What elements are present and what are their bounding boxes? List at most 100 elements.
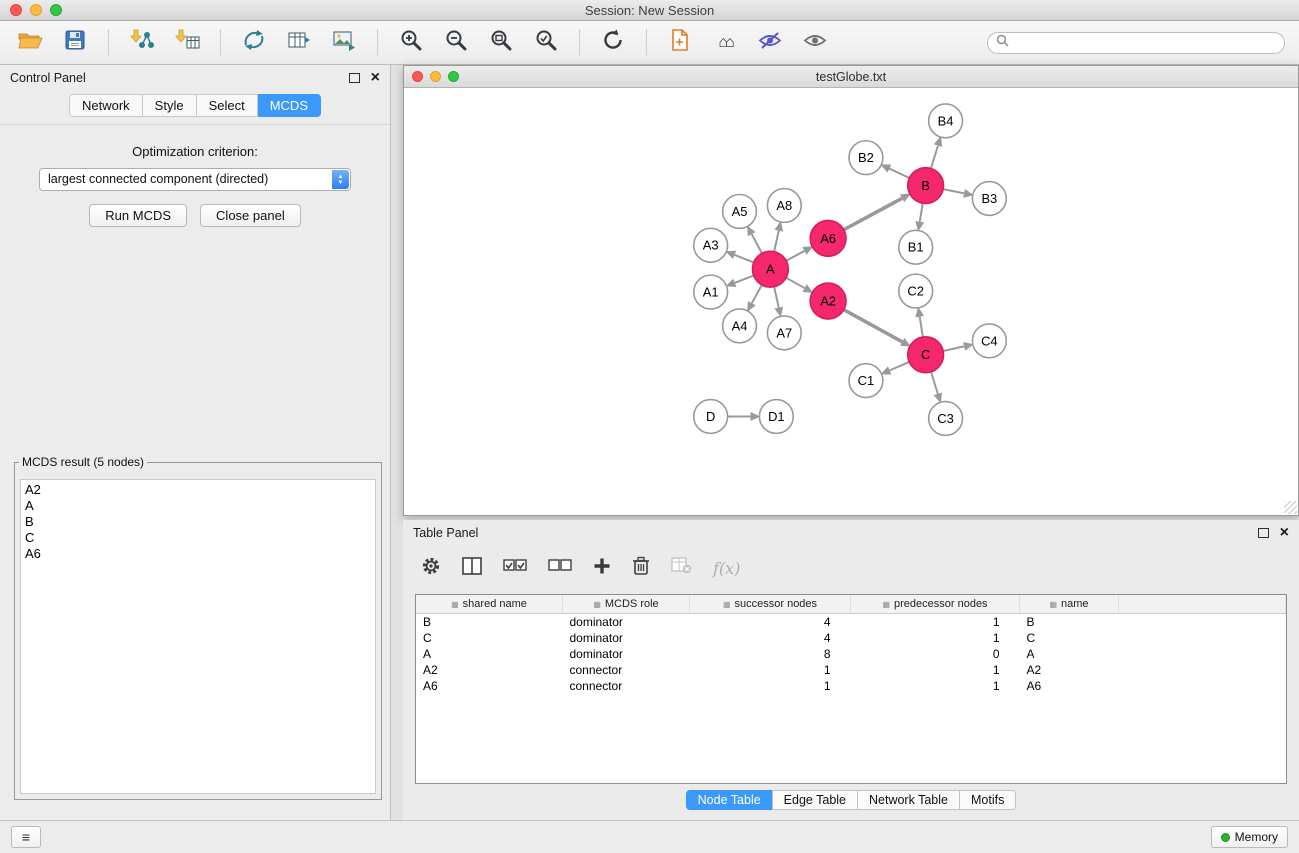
open-session-button[interactable] (14, 27, 46, 59)
table-row[interactable]: A2connector11A2 (416, 662, 1286, 678)
delete-table-button-disabled[interactable] (671, 557, 692, 579)
hide-selected-button[interactable] (754, 27, 786, 59)
network-node-C1[interactable]: C1 (849, 364, 883, 398)
delete-column-button[interactable] (632, 556, 650, 581)
mcds-result-list[interactable]: A2ABCA6 (20, 479, 376, 794)
function-builder-button[interactable]: f(x) (713, 559, 740, 578)
network-edge-B-B3[interactable] (943, 189, 964, 193)
export-image-button[interactable] (328, 27, 360, 59)
zoom-fit-button[interactable] (485, 27, 517, 59)
add-column-button[interactable] (593, 557, 611, 580)
tab-edge-table[interactable]: Edge Table (772, 790, 858, 810)
network-node-B[interactable]: B (908, 168, 944, 204)
table-settings-button[interactable] (421, 556, 441, 581)
network-edge-A-A2[interactable] (786, 278, 805, 288)
mcds-result-item[interactable]: B (25, 514, 371, 530)
close-window-button[interactable] (10, 4, 22, 16)
deselect-all-columns-button[interactable] (548, 559, 572, 577)
task-history-button[interactable]: ≡ (11, 826, 41, 848)
close-panel-icon[interactable]: × (371, 70, 380, 86)
zoom-network-window-button[interactable] (448, 71, 459, 82)
close-network-window-button[interactable] (412, 71, 423, 82)
zoom-in-button[interactable] (395, 27, 427, 59)
network-node-C2[interactable]: C2 (899, 274, 933, 308)
column-header-shared-name[interactable]: ▦shared name (416, 595, 563, 614)
minimize-network-window-button[interactable] (430, 71, 441, 82)
network-node-A1[interactable]: A1 (694, 275, 728, 309)
show-all-button[interactable] (799, 27, 831, 59)
table-row[interactable]: Adominator80A (416, 646, 1286, 662)
tab-style[interactable]: Style (143, 94, 197, 117)
network-edge-A2-C[interactable] (844, 310, 902, 342)
zoom-selected-button[interactable] (530, 27, 562, 59)
run-mcds-button[interactable]: Run MCDS (89, 204, 187, 227)
column-header-predecessor-nodes[interactable]: ▦predecessor nodes (851, 595, 1020, 614)
network-edge-A-A6[interactable] (786, 251, 804, 261)
close-panel-button[interactable]: Close panel (200, 204, 301, 227)
network-node-A4[interactable]: A4 (723, 309, 757, 343)
network-edge-C-C2[interactable] (920, 317, 923, 337)
tab-network-table[interactable]: Network Table (857, 790, 960, 810)
float-table-panel-icon[interactable] (1258, 528, 1269, 538)
apply-layout-button[interactable] (597, 27, 629, 59)
import-network-button[interactable] (126, 27, 158, 59)
network-edge-A-A4[interactable] (752, 285, 762, 303)
criterion-dropdown[interactable]: largest connected component (directed) ▲… (39, 168, 351, 191)
network-node-A5[interactable]: A5 (723, 195, 757, 229)
network-node-A7[interactable]: A7 (767, 316, 801, 350)
network-edge-B-B4[interactable] (931, 146, 938, 169)
tab-mcds[interactable]: MCDS (258, 94, 321, 117)
network-edge-A-A3[interactable] (735, 255, 754, 263)
clipboard-import-button[interactable] (664, 27, 696, 59)
network-edge-B-B2[interactable] (889, 169, 909, 178)
minimize-window-button[interactable] (30, 4, 42, 16)
tab-motifs[interactable]: Motifs (959, 790, 1016, 810)
network-node-B2[interactable]: B2 (849, 141, 883, 175)
show-columns-button[interactable] (462, 557, 482, 580)
column-header-MCDS-role[interactable]: ▦MCDS role (563, 595, 690, 614)
float-panel-icon[interactable] (349, 73, 360, 83)
network-edge-C-C1[interactable] (890, 362, 910, 370)
window-resize-grip[interactable] (1284, 501, 1297, 514)
column-header-name[interactable]: ▦name (1020, 595, 1119, 614)
network-node-A6[interactable]: A6 (810, 220, 846, 256)
search-input[interactable] (1014, 35, 1276, 51)
network-node-A3[interactable]: A3 (694, 228, 728, 262)
network-edge-B-B1[interactable] (920, 203, 923, 221)
network-node-B4[interactable]: B4 (929, 104, 963, 138)
network-edge-A-A5[interactable] (752, 234, 762, 253)
network-window-titlebar[interactable]: testGlobe.txt (404, 66, 1298, 88)
network-edge-A-A1[interactable] (735, 276, 754, 283)
mcds-result-item[interactable]: A2 (25, 482, 371, 498)
save-session-button[interactable] (59, 27, 91, 59)
network-node-B1[interactable]: B1 (899, 230, 933, 264)
tab-select[interactable]: Select (197, 94, 258, 117)
network-edge-C-C3[interactable] (931, 372, 938, 394)
tab-node-table[interactable]: Node Table (686, 790, 773, 810)
network-node-C[interactable]: C (908, 337, 944, 373)
network-node-A8[interactable]: A8 (767, 189, 801, 223)
select-all-columns-button[interactable] (503, 559, 527, 577)
mcds-result-item[interactable]: C (25, 530, 371, 546)
table-row[interactable]: A6connector11A6 (416, 678, 1286, 694)
mcds-result-item[interactable]: A (25, 498, 371, 514)
network-edge-A-A7[interactable] (774, 287, 779, 308)
memory-button[interactable]: Memory (1211, 826, 1288, 848)
first-neighbors-button[interactable]: ⌂⌂ (709, 27, 741, 59)
mcds-result-item[interactable]: A6 (25, 546, 371, 562)
new-table-button[interactable] (283, 27, 315, 59)
network-edge-A6-B[interactable] (844, 198, 902, 229)
network-node-D[interactable]: D (694, 400, 728, 434)
new-network-button[interactable] (238, 27, 270, 59)
network-edge-A-A8[interactable] (774, 231, 779, 252)
zoom-out-button[interactable] (440, 27, 472, 59)
import-table-button[interactable] (171, 27, 203, 59)
zoom-window-button[interactable] (50, 4, 62, 16)
tab-network[interactable]: Network (69, 94, 143, 117)
network-node-A[interactable]: A (752, 251, 788, 287)
toolbar-search-box[interactable] (987, 32, 1285, 54)
network-edge-C-C4[interactable] (943, 346, 964, 351)
node-table-container[interactable]: ▦shared name▦MCDS role▦successor nodes▦p… (415, 594, 1287, 784)
network-node-B3[interactable]: B3 (972, 182, 1006, 216)
network-canvas[interactable]: B4B2BB3A5A8A6A3B1AC2A1A2A4A7C4CC1DD1C3 (404, 88, 1298, 515)
